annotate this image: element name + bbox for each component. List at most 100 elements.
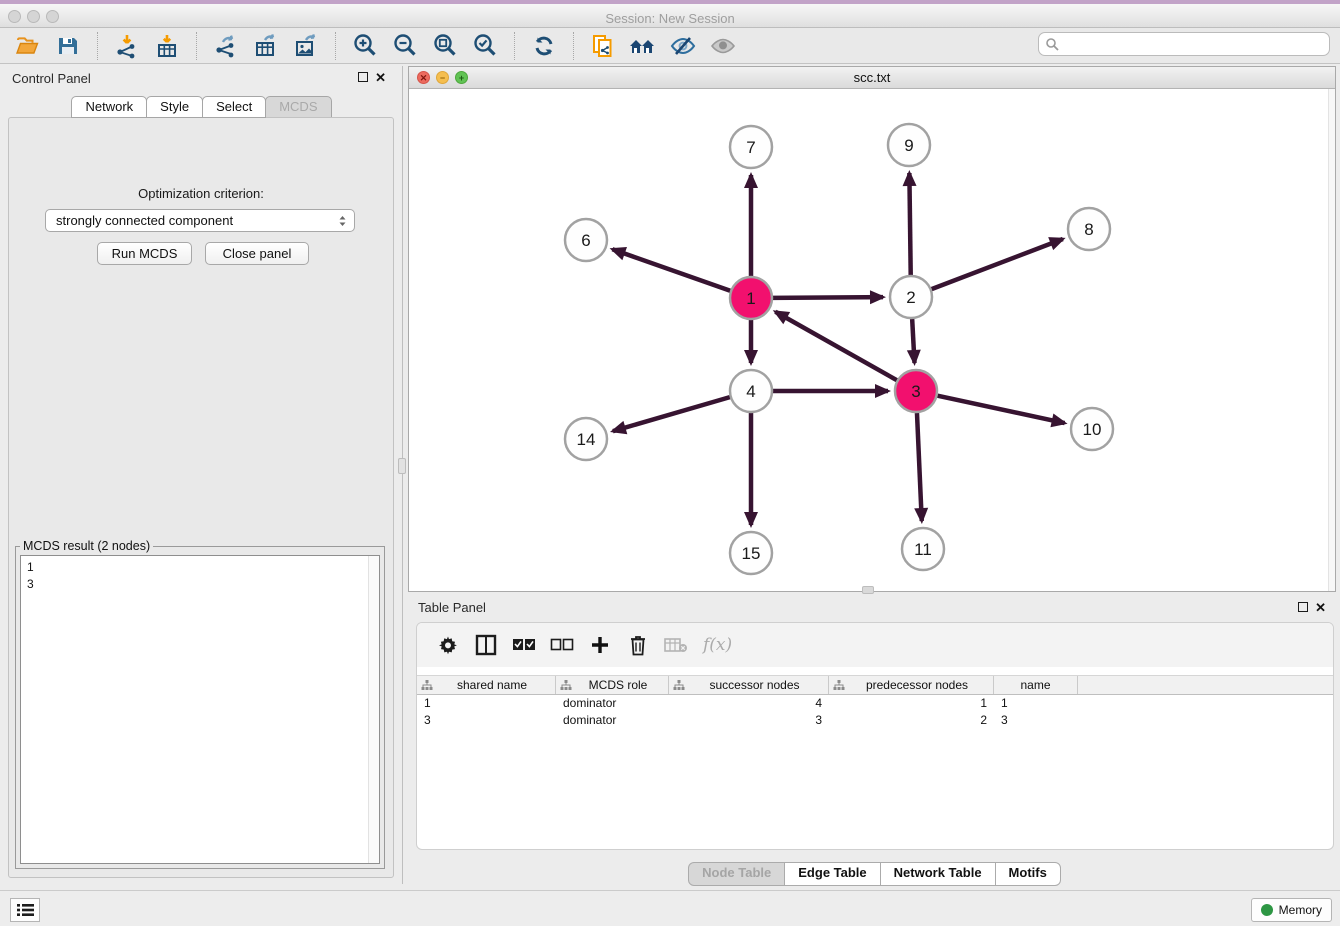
toolbar-separator: [514, 32, 515, 60]
tab-network-table[interactable]: Network Table: [880, 862, 996, 886]
network-vertical-scrollbar[interactable]: [1328, 89, 1335, 591]
float-panel-icon[interactable]: [358, 72, 368, 82]
mcds-result-textarea[interactable]: 1 3: [20, 555, 380, 864]
float-table-panel-icon[interactable]: [1298, 602, 1308, 612]
cell-shared-name[interactable]: 1: [417, 695, 556, 712]
main-toolbar: [0, 28, 1340, 64]
table-panel-tabs: Node Table Edge Table Network Table Moti…: [408, 862, 1340, 886]
zoom-fit-icon[interactable]: [430, 31, 460, 61]
import-table-icon[interactable]: [152, 31, 182, 61]
save-session-icon[interactable]: [53, 31, 83, 61]
tab-style[interactable]: Style: [146, 96, 203, 118]
memory-button[interactable]: Memory: [1251, 898, 1332, 922]
graph-edge-4-14[interactable]: [613, 397, 730, 431]
graph-node-label-6: 6: [581, 231, 590, 250]
tab-network[interactable]: Network: [71, 96, 147, 118]
graph-edge-3-11[interactable]: [917, 413, 922, 521]
main-titlebar[interactable]: Session: New Session: [0, 4, 1340, 28]
application-window: Session: New Session: [0, 0, 1340, 926]
tab-edge-table[interactable]: Edge Table: [784, 862, 880, 886]
show-log-console-button[interactable]: [10, 898, 40, 922]
unselect-all-columns-icon[interactable]: [548, 631, 576, 659]
network-graph[interactable]: 7968124314101511: [409, 89, 1329, 591]
cell-shared-name[interactable]: 3: [417, 712, 556, 729]
delete-table-icon[interactable]: [662, 631, 690, 659]
zoom-out-icon[interactable]: [390, 31, 420, 61]
hierarchy-icon: [833, 680, 845, 691]
first-neighbors-icon[interactable]: [628, 31, 658, 61]
export-image-icon[interactable]: [291, 31, 321, 61]
graph-edge-2-3[interactable]: [912, 319, 914, 363]
column-header-mcds-role[interactable]: MCDS role: [556, 676, 669, 694]
graph-edge-2-9[interactable]: [909, 173, 910, 275]
graph-node-label-1: 1: [746, 289, 755, 308]
split-pane-grip[interactable]: [862, 586, 874, 594]
cell-mcds-role[interactable]: dominator: [556, 712, 669, 729]
mcds-result-title: MCDS result (2 nodes): [20, 539, 153, 553]
tab-motifs[interactable]: Motifs: [995, 862, 1061, 886]
column-header-predecessor-nodes[interactable]: predecessor nodes: [829, 676, 994, 694]
show-all-eye-icon[interactable]: [708, 31, 738, 61]
hierarchy-icon: [421, 680, 433, 691]
graph-node-label-15: 15: [742, 544, 761, 563]
cell-predecessor-nodes[interactable]: 1: [829, 695, 994, 712]
close-table-panel-icon[interactable]: ✕: [1315, 600, 1326, 616]
export-table-icon[interactable]: [251, 31, 281, 61]
apply-layout-icon[interactable]: [529, 31, 559, 61]
tab-select[interactable]: Select: [202, 96, 266, 118]
column-header-successor-nodes[interactable]: successor nodes: [669, 676, 829, 694]
hierarchy-icon: [560, 680, 572, 691]
control-panel-tabs: Network Style Select MCDS: [6, 96, 396, 118]
optimization-criterion-select[interactable]: strongly connected component: [45, 209, 355, 232]
close-panel-icon[interactable]: ✕: [375, 70, 386, 86]
cell-successor-nodes[interactable]: 4: [669, 695, 829, 712]
zoom-in-icon[interactable]: [350, 31, 380, 61]
graph-edge-1-2[interactable]: [773, 297, 883, 298]
memory-status-icon: [1261, 904, 1273, 916]
clone-network-icon[interactable]: [588, 31, 618, 61]
close-panel-button[interactable]: Close panel: [205, 242, 309, 265]
panel-divider: [402, 66, 403, 884]
panel-divider-grip[interactable]: [398, 458, 406, 474]
column-header-shared-name[interactable]: shared name: [417, 676, 556, 694]
graph-node-label-2: 2: [906, 288, 915, 307]
network-window-titlebar[interactable]: ✕ − + scc.txt: [409, 67, 1335, 89]
graph-edge-1-6[interactable]: [612, 249, 730, 290]
delete-column-trash-icon[interactable]: [624, 631, 652, 659]
create-column-plus-icon[interactable]: [586, 631, 614, 659]
tab-node-table[interactable]: Node Table: [688, 862, 785, 886]
graph-node-label-7: 7: [746, 138, 755, 157]
network-canvas[interactable]: 7968124314101511: [409, 89, 1335, 591]
cell-predecessor-nodes[interactable]: 2: [829, 712, 994, 729]
toolbar-separator: [573, 32, 574, 60]
select-all-columns-icon[interactable]: [510, 631, 538, 659]
table-row[interactable]: 3 dominator 3 2 3: [417, 712, 1333, 729]
search-box[interactable]: [1038, 32, 1330, 56]
zoom-selected-icon[interactable]: [470, 31, 500, 61]
table-settings-gear-icon[interactable]: [434, 631, 462, 659]
tab-mcds[interactable]: MCDS: [265, 96, 331, 118]
table-panel-header: Table Panel ✕: [408, 594, 1340, 618]
function-builder-icon[interactable]: f(x): [703, 635, 732, 655]
run-mcds-button[interactable]: Run MCDS: [97, 242, 192, 265]
graph-edge-3-1[interactable]: [775, 312, 896, 380]
cell-successor-nodes[interactable]: 3: [669, 712, 829, 729]
cell-mcds-role[interactable]: dominator: [556, 695, 669, 712]
node-table: shared name MCDS role successor nodes pr…: [417, 675, 1333, 729]
result-scrollbar[interactable]: [368, 556, 379, 863]
list-icon: [17, 903, 34, 917]
hide-selected-eye-icon[interactable]: [668, 31, 698, 61]
table-row[interactable]: 1 dominator 4 1 1: [417, 695, 1333, 712]
graph-edge-2-8[interactable]: [932, 239, 1063, 289]
column-header-name[interactable]: name: [994, 676, 1078, 694]
node-table-container: f(x) shared name MCDS role successor nod…: [416, 622, 1334, 850]
import-network-icon[interactable]: [112, 31, 142, 61]
show-columns-icon[interactable]: [472, 631, 500, 659]
open-session-icon[interactable]: [13, 31, 43, 61]
search-input[interactable]: [1060, 34, 1329, 54]
optimization-criterion-label: Optimization criterion:: [9, 186, 393, 201]
export-network-icon[interactable]: [211, 31, 241, 61]
cell-name[interactable]: 3: [994, 712, 1078, 729]
cell-name[interactable]: 1: [994, 695, 1078, 712]
graph-edge-3-10[interactable]: [938, 396, 1065, 423]
